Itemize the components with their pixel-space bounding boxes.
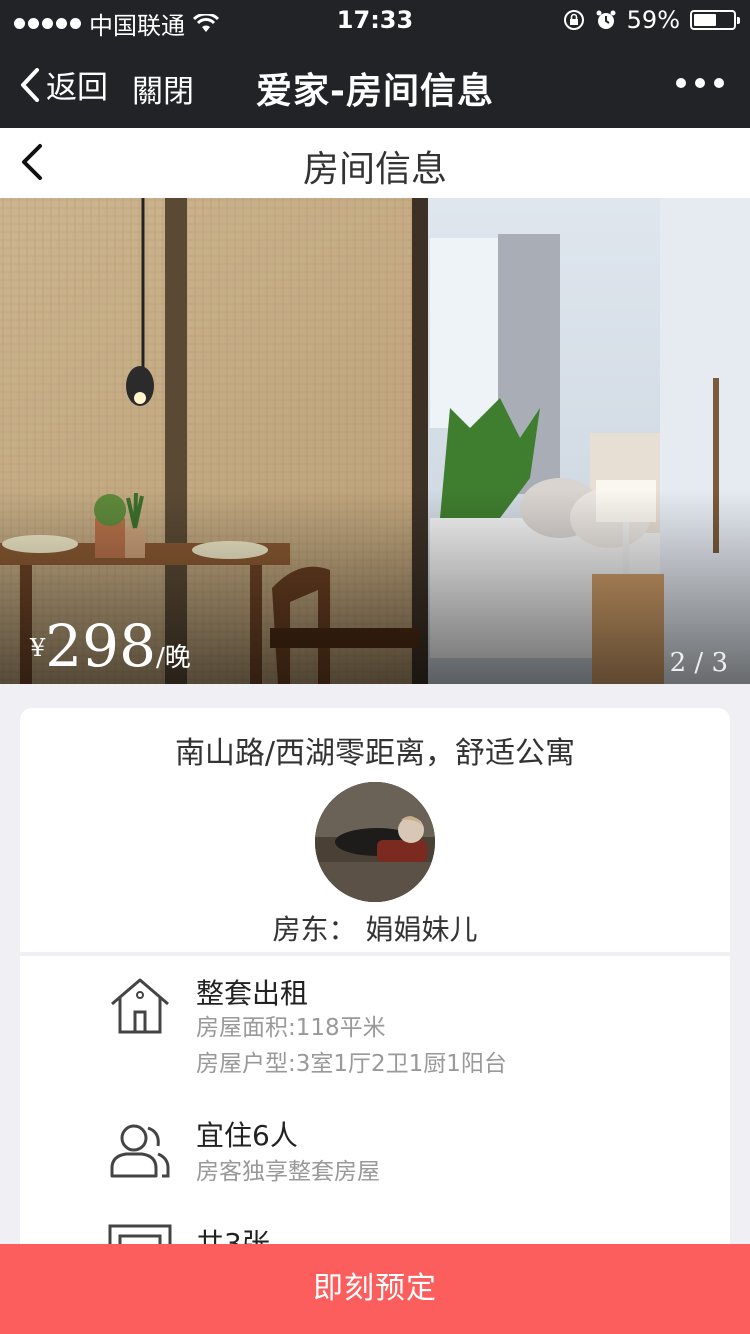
alarm-icon	[596, 10, 616, 29]
battery-icon	[690, 10, 740, 30]
feature-detail: 房客独享整套房屋	[196, 1159, 380, 1185]
listing-card: 南山路/西湖零距离，舒适公寓 房东： 娟娟妹儿	[20, 708, 730, 952]
feature-detail: 房屋面积:118平米	[196, 1015, 386, 1041]
host-avatar[interactable]	[315, 782, 435, 902]
price-value: 298	[45, 612, 156, 680]
people-icon	[110, 1124, 170, 1178]
top-navbar: 返回 關閉 爱家-房间信息	[0, 40, 750, 128]
page-header: 房间信息	[0, 128, 750, 199]
more-menu-icon[interactable]	[676, 78, 724, 88]
rotation-lock-icon	[563, 10, 584, 30]
status-right: 59%	[563, 6, 740, 34]
house-icon	[111, 978, 169, 1034]
host-line: 房东： 娟娟妹儿	[20, 908, 730, 948]
host-name: 娟娟妹儿	[365, 913, 478, 946]
price-tag: ¥298/晚	[30, 612, 191, 680]
listing-name: 南山路/西湖零距离，舒适公寓	[174, 736, 576, 771]
book-now-button[interactable]: 即刻预定	[0, 1244, 750, 1334]
host-label: 房东：	[272, 913, 357, 946]
feature-detail: 房屋户型:3室1厅2卫1厨1阳台	[196, 1051, 507, 1077]
status-bar: 中国联通 17:33 59%	[0, 0, 750, 40]
nav-title: 爱家-房间信息	[256, 71, 494, 112]
price-currency: ¥	[30, 634, 46, 662]
price-unit: /晚	[156, 643, 191, 673]
feature-title: 宜住6人	[196, 1119, 298, 1152]
photo-pager: 2 / 3	[669, 648, 728, 678]
features-card: 整套出租 房屋面积:118平米 房屋户型:3室1厅2卫1厨1阳台 宜住6人 房客…	[20, 956, 730, 1278]
feature-title: 整套出租	[196, 977, 309, 1010]
page-title: 房间信息	[302, 149, 447, 190]
battery-percent: 59%	[626, 6, 680, 34]
host-photo	[315, 782, 435, 902]
